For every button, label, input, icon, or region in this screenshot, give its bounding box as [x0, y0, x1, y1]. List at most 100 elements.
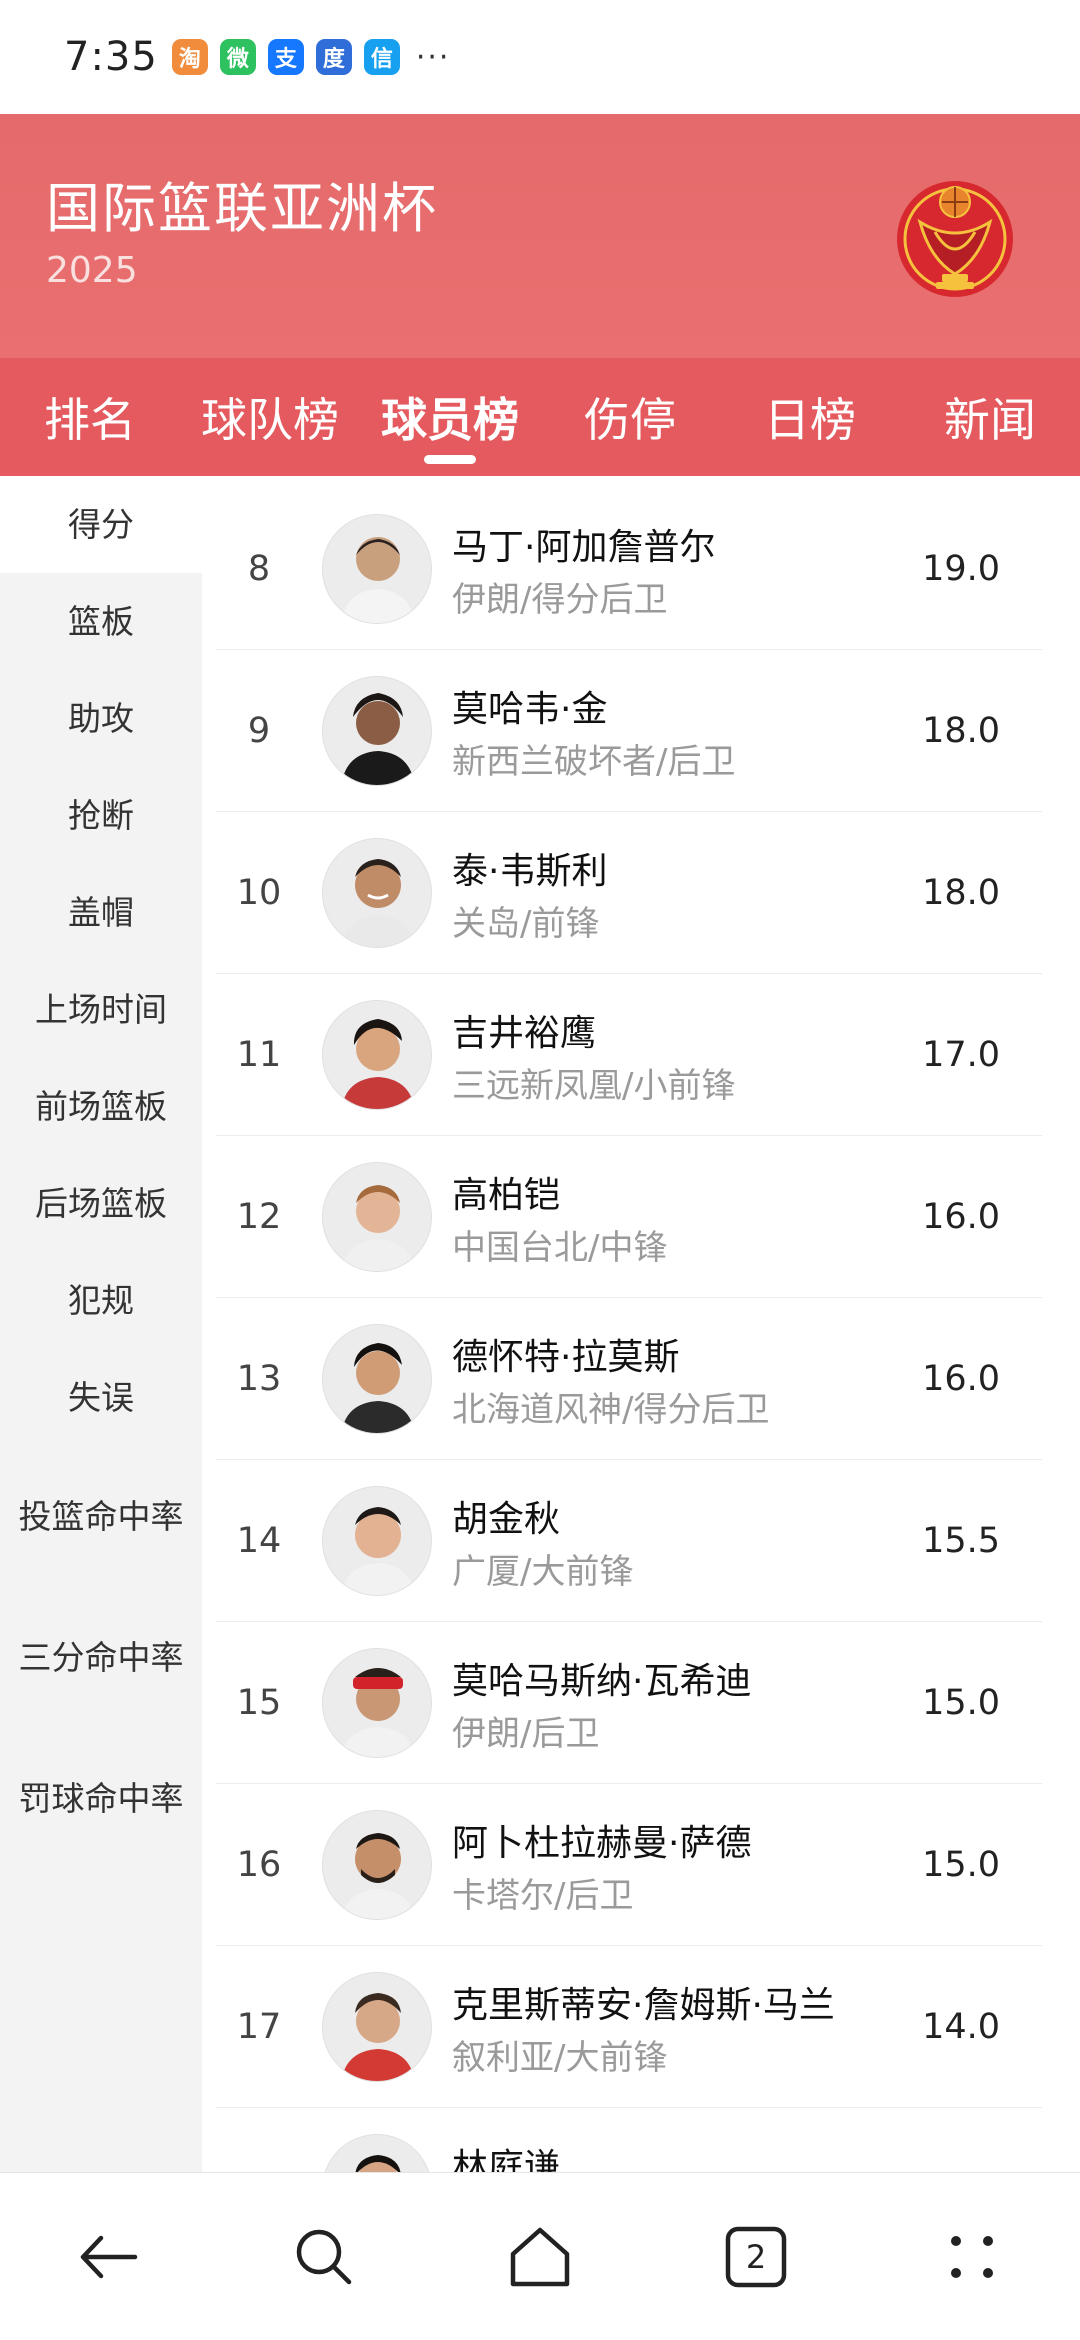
baidu-icon: 度 [315, 39, 352, 75]
player-avatar [322, 1324, 432, 1434]
category-blocks[interactable]: 盖帽 [0, 864, 202, 961]
tab-ranking[interactable]: 排名 [0, 358, 180, 476]
player-row[interactable]: 14 胡金秋 广厦/大前锋 15.5 [216, 1460, 1042, 1622]
category-points[interactable]: 得分 [0, 476, 202, 573]
player-rank [216, 2108, 302, 2172]
player-row[interactable]: 17 克里斯蒂安·詹姆斯·马兰 叙利亚/大前锋 14.0 [216, 1946, 1042, 2108]
player-team-position: 卡塔尔/后卫 [452, 1876, 634, 1916]
player-points: 15.5 [922, 1521, 1000, 1561]
player-avatar [322, 1000, 432, 1110]
player-avatar [322, 676, 432, 786]
player-team-position: 伊朗/后卫 [452, 1714, 600, 1754]
player-points: 18.0 [922, 873, 1000, 913]
player-points: 15.0 [922, 1683, 1000, 1723]
tabs-button[interactable]: 2 [648, 2173, 864, 2340]
search-button[interactable] [216, 2173, 432, 2340]
player-row[interactable]: 12 高柏铠 中国台北/中锋 16.0 [216, 1136, 1042, 1298]
tab-team-stats[interactable]: 球队榜 [180, 358, 360, 476]
category-steals[interactable]: 抢断 [0, 767, 202, 864]
player-avatar [322, 1648, 432, 1758]
player-row[interactable]: 8 马丁·阿加詹普尔 伊朗/得分后卫 19.0 [216, 488, 1042, 650]
category-ft-percentage[interactable]: 罚球命中率 [0, 1728, 202, 1869]
player-team-position: 关岛/前锋 [452, 904, 600, 944]
player-avatar [322, 1972, 432, 2082]
player-row[interactable]: 9 莫哈韦·金 新西兰破坏者/后卫 18.0 [216, 650, 1042, 812]
player-points: 17.0 [922, 1035, 1000, 1075]
player-name: 德怀特·拉莫斯 [452, 1337, 680, 1378]
tab-daily[interactable]: 日榜 [720, 358, 900, 476]
player-team-position: 三远新凤凰/小前锋 [452, 1066, 736, 1106]
player-name: 克里斯蒂安·詹姆斯·马兰 [452, 1985, 835, 2026]
menu-button[interactable] [864, 2173, 1080, 2340]
player-team-position: 北海道风神/得分后卫 [452, 1390, 770, 1430]
tab-injuries[interactable]: 伤停 [540, 358, 720, 476]
player-name: 莫哈马斯纳·瓦希迪 [452, 1661, 752, 1702]
player-rank: 14 [236, 1521, 282, 1561]
player-row[interactable]: 10 泰·韦斯利 关岛/前锋 18.0 [216, 812, 1042, 974]
player-points: 19.0 [922, 549, 1000, 589]
tab-player-stats[interactable]: 球员榜 [360, 358, 540, 476]
category-defensive-rebounds[interactable]: 后场篮板 [0, 1155, 202, 1252]
category-fg-percentage[interactable]: 投篮命中率 [0, 1446, 202, 1587]
tab-count: 2 [745, 2237, 767, 2276]
category-rebounds[interactable]: 篮板 [0, 573, 202, 670]
player-row[interactable]: 16 阿卜杜拉赫曼·萨德 卡塔尔/后卫 15.0 [216, 1784, 1042, 1946]
player-points: 16.0 [922, 1197, 1000, 1237]
player-team-position: 中国台北/中锋 [452, 1228, 668, 1268]
home-button[interactable] [432, 2173, 648, 2340]
competition-year: 2025 [46, 250, 138, 291]
player-row[interactable]: 林庭谦 [216, 2108, 1042, 2172]
player-team-position: 伊朗/得分后卫 [452, 580, 668, 620]
player-name: 吉井裕鹰 [452, 1013, 597, 1054]
player-rank: 10 [236, 873, 282, 913]
player-team-position: 新西兰破坏者/后卫 [452, 742, 736, 782]
player-points: 15.0 [922, 1845, 1000, 1885]
player-rank: 16 [236, 1845, 282, 1885]
stat-category-menu: 得分 篮板 助攻 抢断 盖帽 上场时间 前场篮板 后场篮板 犯规 失误 投篮命中… [0, 476, 202, 2172]
player-rank: 8 [247, 549, 271, 589]
player-rank: 15 [236, 1683, 282, 1723]
player-row[interactable]: 13 德怀特·拉莫斯 北海道风神/得分后卫 16.0 [216, 1298, 1042, 1460]
player-leaderboard: 8 马丁·阿加詹普尔 伊朗/得分后卫 19.0 9 莫哈韦·金 新西兰破坏者/后… [216, 488, 1042, 2172]
message-icon: 信 [363, 39, 400, 75]
player-rank: 11 [236, 1035, 282, 1075]
player-rank: 17 [236, 2007, 282, 2047]
player-rank: 9 [247, 711, 271, 751]
player-name: 马丁·阿加詹普尔 [452, 527, 716, 568]
player-avatar [322, 1486, 432, 1596]
player-name: 胡金秋 [452, 1499, 561, 1540]
player-team-position: 广厦/大前锋 [452, 1552, 634, 1592]
wechat-icon: 微 [219, 39, 256, 75]
category-3pt-percentage[interactable]: 三分命中率 [0, 1587, 202, 1728]
taobao-icon: 淘 [171, 39, 208, 75]
competition-title: 国际篮联亚洲杯 [46, 177, 438, 240]
fiba-asia-cup-logo [897, 181, 1013, 297]
category-assists[interactable]: 助攻 [0, 670, 202, 767]
status-time: 7:35 [64, 34, 158, 80]
category-minutes[interactable]: 上场时间 [0, 961, 202, 1058]
player-name: 高柏铠 [452, 1175, 561, 1216]
player-points: 16.0 [922, 1359, 1000, 1399]
player-avatar [322, 838, 432, 948]
category-turnovers[interactable]: 失误 [0, 1349, 202, 1446]
search-icon [296, 2229, 352, 2284]
player-row[interactable]: 15 莫哈马斯纳·瓦希迪 伊朗/后卫 15.0 [216, 1622, 1042, 1784]
home-icon [510, 2227, 570, 2286]
player-team-position: 叙利亚/大前锋 [452, 2038, 668, 2078]
player-row[interactable]: 11 吉井裕鹰 三远新凤凰/小前锋 17.0 [216, 974, 1042, 1136]
competition-header: 国际篮联亚洲杯 2025 [0, 114, 1080, 358]
player-name: 林庭谦 [452, 2147, 561, 2172]
status-bar: 7:35 淘 微 支 度 信 ··· [0, 0, 1080, 114]
player-rank: 12 [236, 1197, 282, 1237]
player-name: 阿卜杜拉赫曼·萨德 [452, 1823, 752, 1864]
player-avatar [322, 514, 432, 624]
browser-bottom-nav: 2 [0, 2172, 1080, 2340]
category-offensive-rebounds[interactable]: 前场篮板 [0, 1058, 202, 1155]
player-avatar [322, 2134, 432, 2172]
category-fouls[interactable]: 犯规 [0, 1252, 202, 1349]
tab-news[interactable]: 新闻 [900, 358, 1080, 476]
back-button[interactable] [0, 2173, 216, 2340]
player-avatar [322, 1810, 432, 1920]
player-name: 泰·韦斯利 [452, 851, 608, 892]
alipay-icon: 支 [267, 39, 304, 75]
